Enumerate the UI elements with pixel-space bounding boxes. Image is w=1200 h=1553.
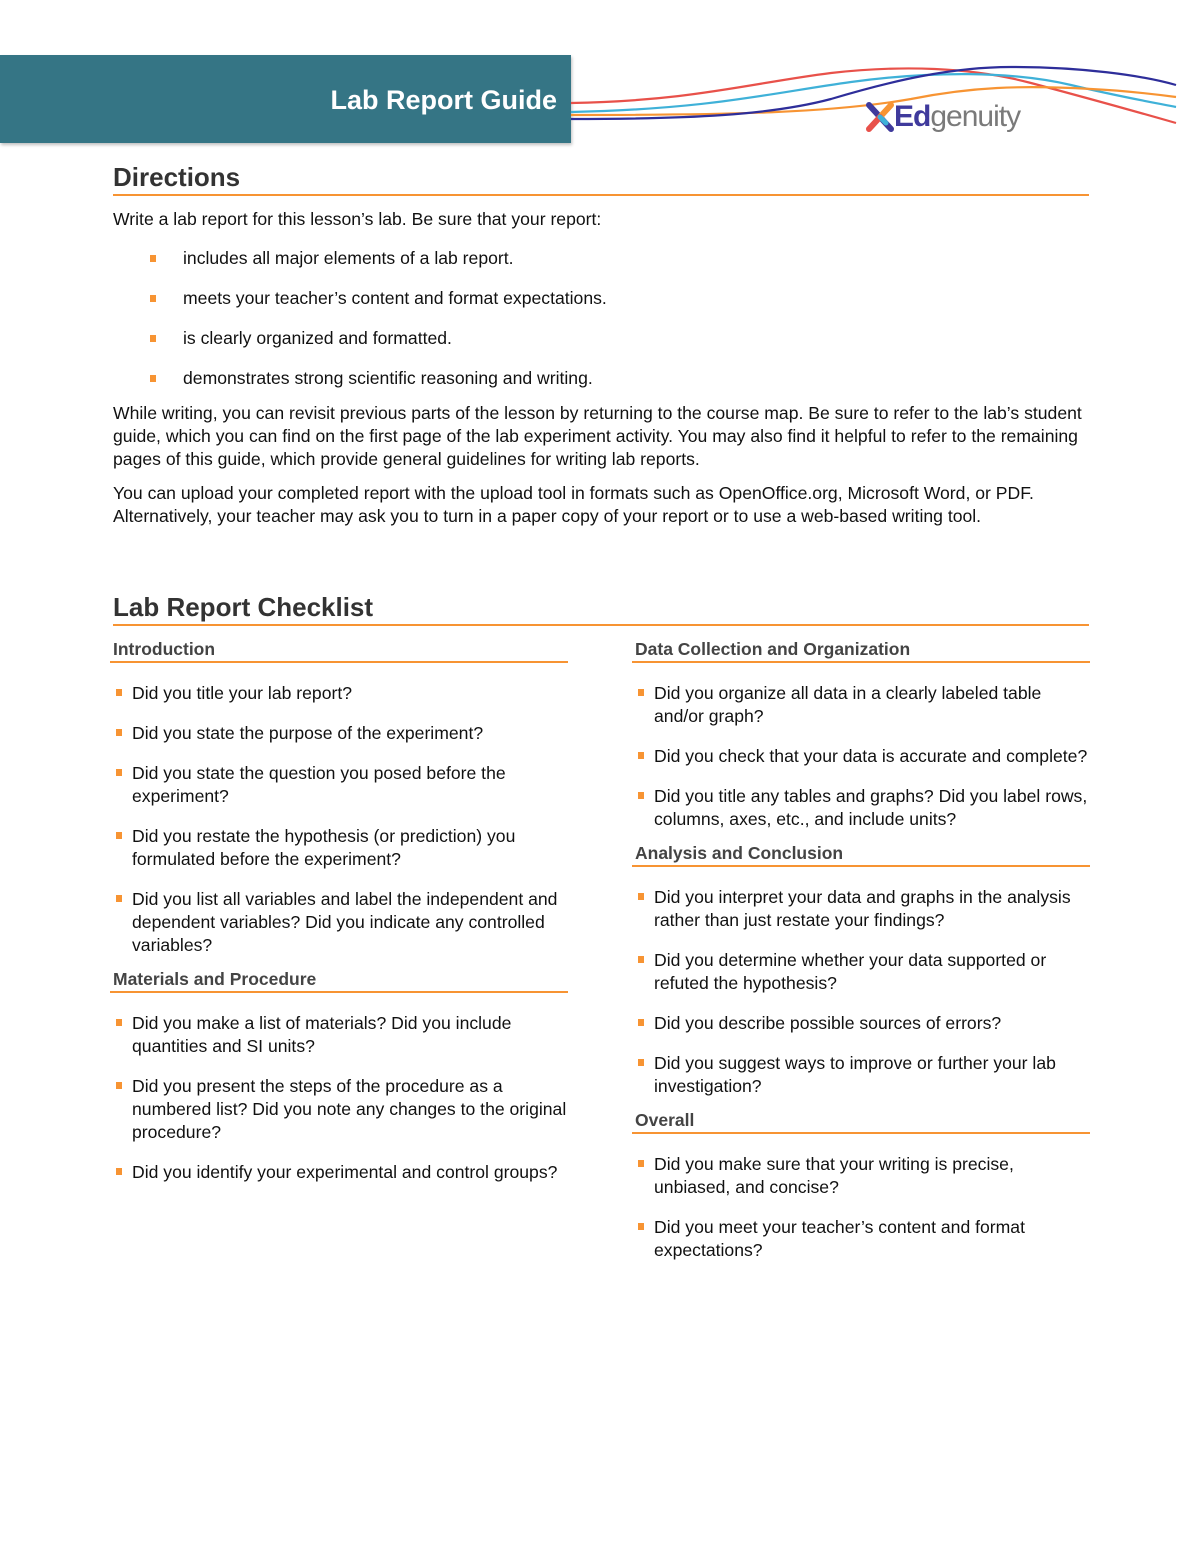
directions-heading: Directions [113,162,241,192]
subsection-rule [632,1132,1090,1134]
bullet-icon [116,895,122,902]
checklist-left-column: Introduction Did you title your lab repo… [110,637,568,1201]
checklist-item: Did you interpret your data and graphs i… [632,886,1090,932]
checklist-item: Did you meet your teacher’s content and … [632,1216,1090,1262]
bullet-icon [116,769,122,776]
checklist-item: Did you organize all data in a clearly l… [632,682,1090,728]
checklist-item: Did you present the steps of the procedu… [110,1075,568,1144]
checklist-rule [113,624,1089,626]
bullet-icon [638,1059,644,1066]
edgenuity-logo: Ed genuity [866,100,1021,134]
bullet-icon [150,295,156,302]
bullet-icon [638,752,644,759]
page-title: Lab Report Guide [330,85,557,115]
checklist-item: Did you determine whether your data supp… [632,949,1090,995]
bullet-icon [116,1168,122,1175]
checklist-section-materials-procedure: Materials and Procedure Did you make a l… [110,967,568,1184]
checklist-right-column: Data Collection and Organization Did you… [632,637,1090,1279]
checklist-item: Did you title your lab report? [110,682,568,705]
checklist-section-analysis-conclusion: Analysis and Conclusion Did you interpre… [632,841,1090,1098]
checklist-heading: Lab Report Checklist [113,592,374,622]
bullet-icon [638,689,644,696]
checklist-item: Did you title any tables and graphs? Did… [632,785,1090,831]
logo-text-genuity: genuity [930,100,1021,133]
bullet-icon [116,832,122,839]
checklist-item: Did you list all variables and label the… [110,888,568,957]
subsection-heading: Analysis and Conclusion [635,843,844,863]
subsection-heading: Introduction [113,639,216,659]
subsection-heading: Overall [635,1110,695,1130]
subsection-rule [632,865,1090,867]
bullet-icon [150,255,156,262]
bullet-icon [638,956,644,963]
bullet-icon [638,1019,644,1026]
subsection-heading: Data Collection and Organization [635,639,911,659]
bullet-icon [116,689,122,696]
checklist-section-data-collection: Data Collection and Organization Did you… [632,637,1090,831]
subsection-heading: Materials and Procedure [113,969,317,989]
checklist-item: Did you state the question you posed bef… [110,762,568,808]
bullet-icon [116,729,122,736]
bullet-icon [150,335,156,342]
checklist-section-introduction: Introduction Did you title your lab repo… [110,637,568,957]
header-banner: Lab Report Guide [0,55,571,143]
checklist-item: Did you state the purpose of the experim… [110,722,568,745]
directions-paragraph-1: While writing, you can revisit previous … [113,403,1082,469]
checklist-item: Did you suggest ways to improve or furth… [632,1052,1090,1098]
edgenuity-x-icon [866,102,894,132]
directions-rule [113,194,1089,196]
checklist-item: Did you make a list of materials? Did yo… [110,1012,568,1058]
bullet-icon [638,893,644,900]
bullet-icon [638,1160,644,1167]
checklist-item: Did you check that your data is accurate… [632,745,1090,768]
bullet-icon [638,792,644,799]
directions-paragraph-2: You can upload your completed report wit… [113,483,1034,526]
subsection-rule [110,661,568,663]
subsection-rule [632,661,1090,663]
bullet-icon [116,1019,122,1026]
bullet-icon [116,1082,122,1089]
bullet-icon [638,1223,644,1230]
subsection-rule [110,991,568,993]
checklist-item: Did you identify your experimental and c… [110,1161,568,1184]
checklist-item: Did you restate the hypothesis (or predi… [110,825,568,871]
directions-intro: Write a lab report for this lesson’s lab… [113,209,602,229]
checklist-item: Did you make sure that your writing is p… [632,1153,1090,1199]
bullet-icon [150,375,156,382]
logo-text-ed: Ed [894,100,931,133]
checklist-section-overall: Overall Did you make sure that your writ… [632,1108,1090,1262]
checklist-item: Did you describe possible sources of err… [632,1012,1090,1035]
